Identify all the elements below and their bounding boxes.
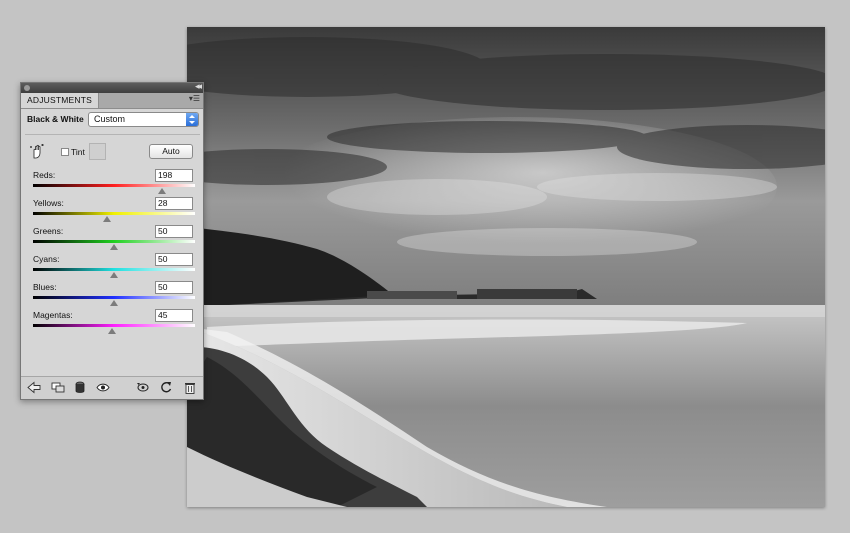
adjustment-title: Black & White xyxy=(27,114,84,124)
slider-label: Yellows: xyxy=(33,198,64,208)
panel-titlebar[interactable]: ◂◂ xyxy=(21,81,203,93)
preset-value: Custom xyxy=(94,114,126,124)
slider-magentas: Magentas: 45 xyxy=(33,309,195,338)
panel-tab-row: ADJUSTMENTS ▾☰ xyxy=(21,93,203,109)
select-arrows-icon[interactable] xyxy=(186,113,198,126)
adjustments-panel: ◂◂ ADJUSTMENTS ▾☰ Black & White Custom T… xyxy=(20,81,204,400)
slider-yellows: Yellows: 28 xyxy=(33,197,195,226)
collapse-panel-icon[interactable]: ◂◂ xyxy=(195,81,202,92)
slider-label: Cyans: xyxy=(33,254,60,264)
slider-thumb[interactable] xyxy=(108,328,117,334)
slider-blues: Blues: 50 xyxy=(33,281,195,310)
tool-row: Tint Auto xyxy=(27,143,199,161)
slider-value-input[interactable]: 50 xyxy=(155,253,193,266)
slider-track[interactable] xyxy=(33,268,195,271)
trash-icon[interactable] xyxy=(183,381,197,394)
slider-reds: Reds: 198 xyxy=(33,169,195,198)
layer-visibility-mask-icon[interactable] xyxy=(73,381,87,394)
slider-track[interactable] xyxy=(33,212,195,215)
reset-icon[interactable] xyxy=(159,381,173,394)
preset-select[interactable]: Custom xyxy=(88,112,199,127)
image-canvas[interactable] xyxy=(187,27,825,507)
slider-cyans: Cyans: 50 xyxy=(33,253,195,282)
slider-value-input[interactable]: 198 xyxy=(155,169,193,182)
slider-thumb[interactable] xyxy=(102,216,111,222)
slider-label: Reds: xyxy=(33,170,56,180)
back-arrow-icon[interactable] xyxy=(27,381,41,394)
eye-icon[interactable] xyxy=(96,381,110,394)
slider-value-input[interactable]: 28 xyxy=(155,197,193,210)
seascape-photo xyxy=(187,27,825,507)
tab-adjustments[interactable]: ADJUSTMENTS xyxy=(21,93,100,108)
close-panel-icon[interactable] xyxy=(24,85,30,91)
previous-state-icon[interactable] xyxy=(136,381,150,394)
panel-menu-icon[interactable]: ▾☰ xyxy=(189,94,200,103)
slider-track[interactable] xyxy=(33,324,195,327)
slider-track[interactable] xyxy=(33,184,195,187)
targeted-adjustment-hand-icon[interactable] xyxy=(29,143,45,159)
tint-color-swatch[interactable] xyxy=(89,143,106,160)
slider-track[interactable] xyxy=(33,296,195,299)
slider-value-input[interactable]: 45 xyxy=(155,309,193,322)
slider-label: Blues: xyxy=(33,282,57,292)
adjustment-header: Black & White Custom xyxy=(27,112,199,129)
slider-track[interactable] xyxy=(33,240,195,243)
slider-value-input[interactable]: 50 xyxy=(155,225,193,238)
slider-thumb[interactable] xyxy=(110,300,118,306)
slider-label: Greens: xyxy=(33,226,64,236)
slider-thumb[interactable] xyxy=(110,272,118,278)
slider-thumb[interactable] xyxy=(110,244,118,250)
clip-to-layer-icon[interactable] xyxy=(51,381,65,394)
slider-label: Magentas: xyxy=(33,310,73,320)
divider xyxy=(25,134,200,135)
tint-checkbox[interactable] xyxy=(61,148,69,156)
auto-button[interactable]: Auto xyxy=(149,144,193,159)
panel-bottom-toolbar xyxy=(21,376,203,399)
slider-thumb[interactable] xyxy=(157,188,166,194)
tint-label: Tint xyxy=(71,147,85,157)
slider-greens: Greens: 50 xyxy=(33,225,195,254)
slider-value-input[interactable]: 50 xyxy=(155,281,193,294)
